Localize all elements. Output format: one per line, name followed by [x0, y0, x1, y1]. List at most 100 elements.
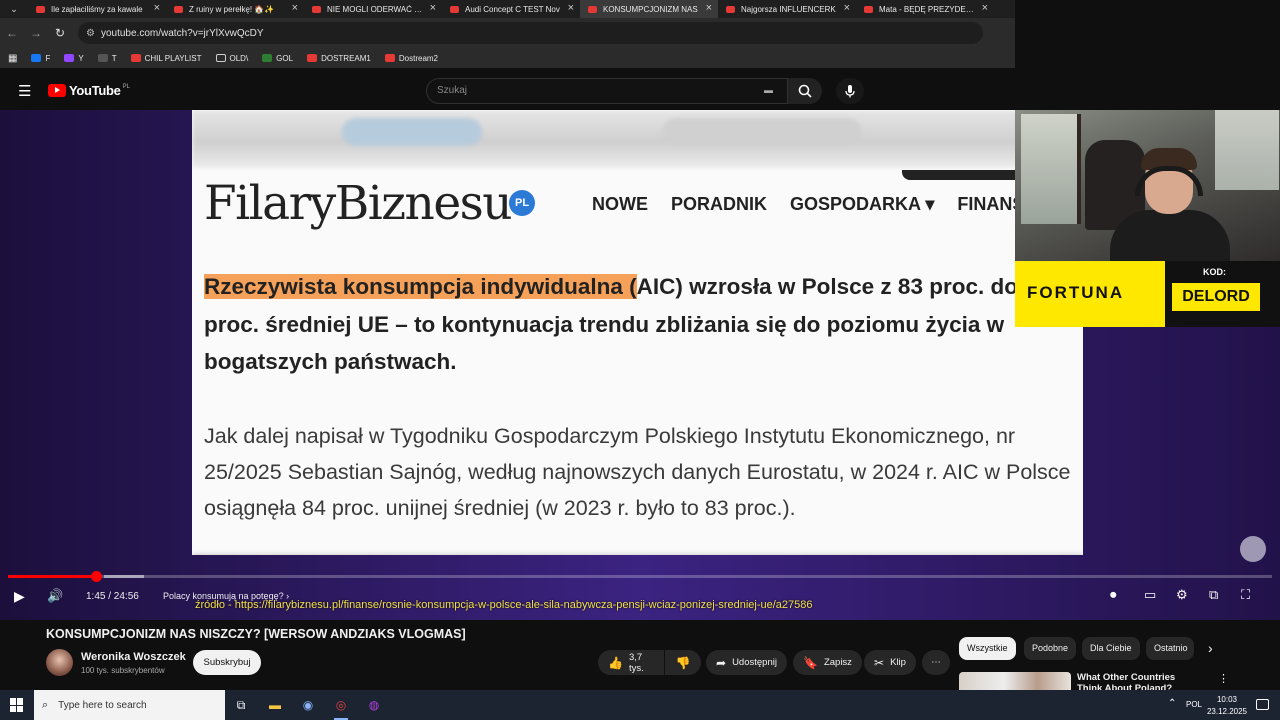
- youtube-favicon-icon: [588, 5, 597, 13]
- channel-watermark-icon[interactable]: [1240, 536, 1266, 562]
- subscribe-button[interactable]: Subskrybuj: [193, 650, 261, 675]
- bookmark-item[interactable]: T: [97, 54, 117, 63]
- language-indicator[interactable]: POL: [1186, 700, 1202, 709]
- search-icon: ⌕: [42, 698, 49, 711]
- channel-avatar[interactable]: [46, 649, 73, 676]
- bookmark-folder[interactable]: OLD\: [215, 53, 249, 63]
- tab-close-icon[interactable]: ×: [292, 2, 298, 14]
- bookmark-icon: 🔖: [803, 655, 818, 670]
- search-button[interactable]: [788, 78, 822, 104]
- windows-start-icon[interactable]: [10, 698, 24, 712]
- bookmark-item[interactable]: Dostream2: [384, 53, 438, 63]
- clock-time[interactable]: 10:03: [1210, 695, 1244, 704]
- save-button[interactable]: 🔖 Zapisz: [793, 650, 862, 675]
- more-vert-icon[interactable]: ⋮: [1218, 672, 1229, 685]
- filter-chip[interactable]: Dla Ciebie: [1082, 637, 1140, 660]
- discord-icon[interactable]: ◉: [299, 696, 317, 714]
- video-player[interactable]: FilaryBiznesu PL NOWE PORADNIK GOSPODARKA…: [0, 110, 1280, 620]
- thumbs-up-icon: 👍: [608, 655, 623, 670]
- taskbar-search-placeholder: Type here to search: [58, 699, 147, 711]
- browser-tab[interactable]: Z ruiny w perełkę! 🏠✨ ×: [166, 0, 304, 18]
- bookmark-item[interactable]: GOL: [262, 54, 293, 63]
- obs-icon[interactable]: ◍: [365, 696, 383, 714]
- clock-date[interactable]: 23.12.2025: [1205, 707, 1249, 716]
- dislike-button[interactable]: 👎: [665, 650, 701, 675]
- back-arrow-icon[interactable]: ←: [0, 26, 24, 40]
- reload-icon[interactable]: ↻: [48, 26, 72, 40]
- bookmarks-bar: ▦ F Y T CHIL PLAYLIST OLD\ GOL DOSTREAM1…: [0, 48, 1015, 68]
- notification-icon[interactable]: [1256, 699, 1269, 710]
- keyboard-icon[interactable]: ▬: [764, 85, 773, 95]
- forward-arrow-icon[interactable]: →: [24, 26, 48, 40]
- tab-search-chevron-icon[interactable]: ⌄: [0, 0, 28, 18]
- share-button[interactable]: ➦ Udostępnij: [706, 650, 787, 675]
- settings-icon[interactable]: ⚙: [1176, 587, 1188, 603]
- url-field[interactable]: ⚙ youtube.com/watch?v=jrYlXvwQcDY: [78, 22, 983, 44]
- recommendation-title[interactable]: What Other Countries Think About Poland?…: [1077, 672, 1197, 690]
- bookmark-item[interactable]: Y: [64, 53, 84, 63]
- tab-close-icon[interactable]: ×: [706, 2, 712, 14]
- autoplay-toggle-icon[interactable]: ⏺: [1110, 587, 1117, 603]
- taskbar-search-field[interactable]: ⌕ Type here to search: [34, 690, 225, 720]
- search-input[interactable]: Szukaj: [426, 78, 788, 104]
- tab-close-icon[interactable]: ×: [154, 2, 160, 14]
- browser-tab[interactable]: Ile zapłaciliśmy za kawale ×: [28, 0, 166, 18]
- tray-chevron-icon[interactable]: ⌃: [1168, 698, 1176, 709]
- bookmark-item[interactable]: DOSTREAM1: [307, 54, 371, 63]
- youtube-favicon-icon: [864, 5, 873, 13]
- save-label: Zapisz: [823, 657, 852, 668]
- filter-chip[interactable]: Podobne: [1024, 637, 1077, 660]
- browser-tab[interactable]: NIE MOGLI ODERWAĆ OC ×: [304, 0, 442, 18]
- play-button[interactable]: ▶: [14, 588, 25, 605]
- fullscreen-icon[interactable]: ⛶: [1241, 587, 1250, 603]
- tab-close-icon[interactable]: ×: [568, 2, 574, 14]
- youtube-icon: [307, 54, 318, 62]
- youtube-logo[interactable]: YouTube PL: [48, 83, 130, 98]
- bookmark-label: OLD\: [229, 53, 249, 63]
- fortuna-logo: FORTUNA: [1015, 261, 1165, 327]
- logo-badge: PL: [509, 190, 536, 216]
- browser-tab[interactable]: Mata - BĘDĘ PREZYDENT ×: [856, 0, 994, 18]
- subtitles-icon[interactable]: ▭: [1144, 587, 1156, 603]
- more-actions-button[interactable]: ⋯: [922, 650, 950, 675]
- like-button[interactable]: 👍 3,7 tys.: [598, 650, 664, 675]
- folder-icon: [215, 54, 226, 62]
- browser-tab[interactable]: Najgorsza INFLUENCERK ×: [718, 0, 856, 18]
- sponsor-banner: FORTUNA KOD: DELORD: [1015, 261, 1280, 327]
- channel-name[interactable]: Weronika Woszczek: [81, 651, 186, 663]
- filter-chip[interactable]: Wszystkie: [959, 637, 1016, 660]
- file-explorer-icon[interactable]: ▬: [266, 696, 284, 714]
- task-view-icon[interactable]: ⧉: [232, 696, 250, 714]
- article-screenshot: FilaryBiznesu PL NOWE PORADNIK GOSPODARKA…: [192, 110, 1083, 555]
- browser-tab-active[interactable]: KONSUMPCJONIZM NAS ×: [580, 0, 718, 18]
- youtube-icon: [384, 54, 395, 62]
- video-info-area: KONSUMPCJONIZM NAS NISZCZY? [WERSOW ANDZ…: [0, 620, 1280, 694]
- progress-bar[interactable]: [8, 571, 1272, 582]
- like-count: 3,7 tys.: [628, 651, 644, 674]
- bookmark-label: Dostream2: [398, 53, 438, 63]
- blurred-banner: [192, 110, 1083, 168]
- clip-button[interactable]: ✂ Klip: [864, 650, 916, 675]
- promo-code-label: KOD:: [1203, 267, 1226, 277]
- menu-icon[interactable]: ☰: [18, 82, 31, 100]
- chrome-icon[interactable]: ◎: [332, 696, 350, 720]
- bookmark-label: Y: [78, 53, 84, 63]
- tab-close-icon[interactable]: ×: [844, 2, 850, 14]
- scrubber-handle[interactable]: [91, 571, 102, 582]
- apps-grid-icon[interactable]: ▦: [8, 53, 17, 64]
- browser-tab[interactable]: Audi Concept C TEST Nov ×: [442, 0, 580, 18]
- filter-chip[interactable]: Ostatnio: [1146, 637, 1194, 660]
- scissors-icon: ✂: [874, 655, 885, 670]
- address-bar-row: ← → ↻ ⚙ youtube.com/watch?v=jrYlXvwQcDY: [0, 18, 1015, 48]
- tab-title: Audi Concept C TEST Nov: [465, 4, 560, 14]
- bookmark-item[interactable]: CHIL PLAYLIST: [130, 54, 202, 63]
- site-info-icon[interactable]: ⚙: [86, 28, 95, 39]
- tab-close-icon[interactable]: ×: [430, 2, 436, 14]
- volume-icon[interactable]: 🔊: [47, 588, 63, 604]
- voice-search-button[interactable]: [836, 78, 864, 104]
- tab-close-icon[interactable]: ×: [982, 2, 988, 14]
- bookmark-item[interactable]: F: [31, 54, 50, 63]
- chevron-right-icon[interactable]: ›: [1208, 640, 1213, 656]
- filary-biznesu-logo: FilaryBiznesu PL: [204, 176, 536, 231]
- miniplayer-icon[interactable]: ⧉: [1209, 587, 1218, 603]
